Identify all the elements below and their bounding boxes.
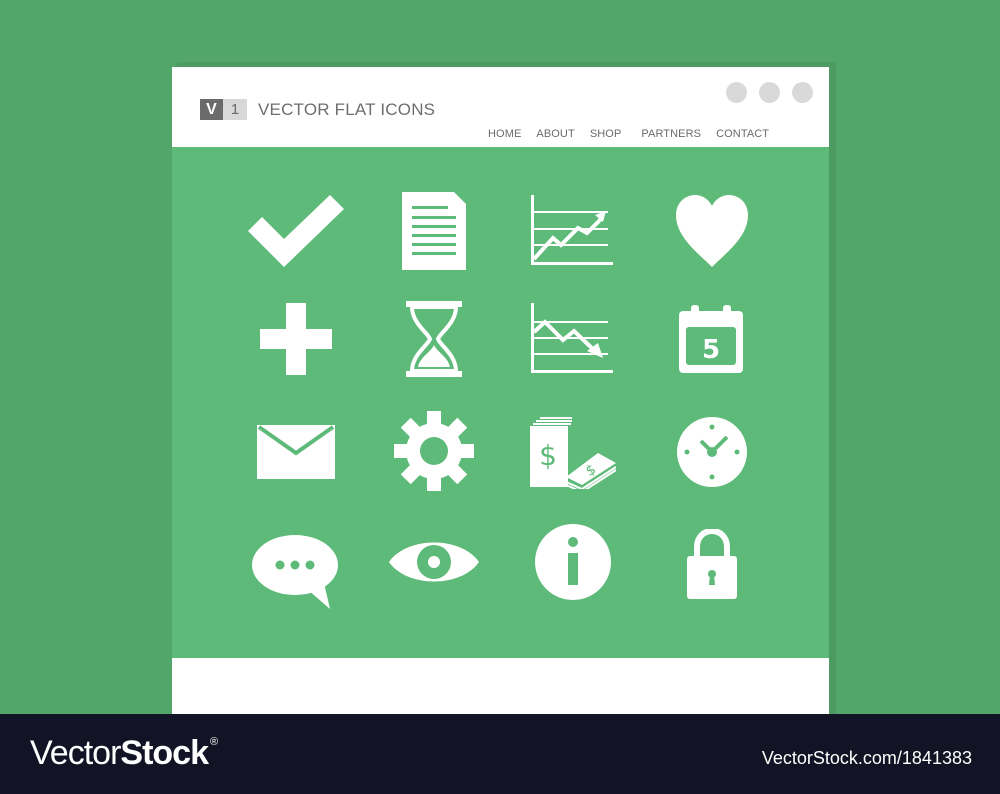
money-icon[interactable]: $ $ bbox=[530, 417, 616, 489]
checkmark-icon[interactable] bbox=[248, 195, 344, 267]
mail-icon[interactable] bbox=[257, 425, 335, 479]
lock-icon[interactable] bbox=[687, 529, 737, 599]
logo-letter: V bbox=[200, 99, 223, 120]
calendar-day: 5 bbox=[702, 335, 720, 365]
main-nav: HOME ABOUT SHOP PARTNERS CONTACT bbox=[488, 128, 784, 140]
gear-icon[interactable] bbox=[394, 411, 474, 491]
logo-number: 1 bbox=[223, 99, 247, 120]
brand-bold: Stock bbox=[120, 734, 209, 772]
site-header: V 1 VECTOR FLAT ICONS HOME ABOUT SHOP PA… bbox=[172, 67, 829, 147]
site-title: VECTOR FLAT ICONS bbox=[258, 100, 436, 119]
info-icon[interactable] bbox=[535, 524, 611, 600]
nav-about[interactable]: ABOUT bbox=[536, 128, 574, 140]
registered-mark: ® bbox=[209, 736, 218, 748]
heart-icon[interactable] bbox=[674, 193, 750, 269]
dollar-sign: $ bbox=[539, 439, 557, 472]
browser-window: V 1 VECTOR FLAT ICONS HOME ABOUT SHOP PA… bbox=[172, 67, 829, 714]
chat-bubble-icon[interactable] bbox=[252, 533, 340, 611]
window-control-button[interactable] bbox=[759, 82, 780, 103]
brand-light: Vector bbox=[30, 734, 121, 772]
window-control-button[interactable] bbox=[726, 82, 747, 103]
nav-shop[interactable]: SHOP bbox=[590, 128, 622, 140]
chart-down-icon[interactable] bbox=[531, 303, 615, 375]
nav-contact[interactable]: CONTACT bbox=[716, 128, 769, 140]
document-icon[interactable] bbox=[402, 192, 466, 270]
watermark-bar: VectorStock ® VectorStock.com/1841383 bbox=[0, 714, 1000, 794]
window-control-button[interactable] bbox=[792, 82, 813, 103]
image-id: VectorStock.com/1841383 bbox=[761, 748, 972, 768]
window-footer bbox=[172, 658, 829, 714]
nav-partners[interactable]: PARTNERS bbox=[641, 128, 701, 140]
logo-badge[interactable]: V 1 bbox=[200, 99, 247, 120]
icon-grid: 5 $ $ bbox=[172, 147, 829, 658]
window-controls bbox=[726, 82, 813, 103]
plus-icon[interactable] bbox=[260, 303, 332, 375]
watermark-logo: VectorStock ® bbox=[30, 734, 218, 773]
calendar-icon[interactable]: 5 bbox=[679, 305, 743, 373]
nav-home[interactable]: HOME bbox=[488, 128, 521, 140]
clock-icon[interactable] bbox=[677, 417, 747, 487]
chart-up-icon[interactable] bbox=[531, 195, 615, 267]
eye-icon[interactable] bbox=[389, 534, 479, 590]
hourglass-icon[interactable] bbox=[406, 301, 462, 377]
